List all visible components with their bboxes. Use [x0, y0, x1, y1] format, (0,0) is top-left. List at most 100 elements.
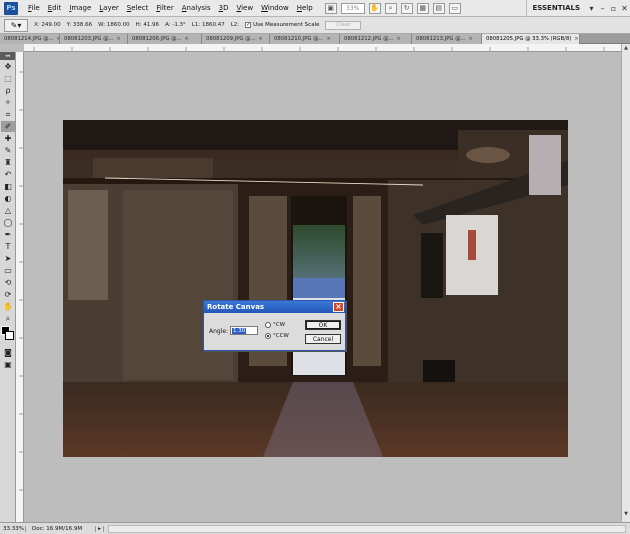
marquee-tool-icon[interactable]: ⬚	[1, 73, 15, 84]
chevron-down-icon[interactable]: ▾	[586, 3, 597, 14]
close-icon[interactable]: ✕	[619, 3, 630, 14]
menu-analysis[interactable]: Analysis	[178, 4, 215, 12]
status-zoom[interactable]: 33.33%	[0, 525, 26, 532]
move-tool-icon[interactable]: ✥	[1, 61, 15, 72]
gradient-tool-icon[interactable]: ◐	[1, 193, 15, 204]
close-icon[interactable]: ×	[397, 36, 401, 42]
ruler-tool-preset-icon[interactable]: ✎▾	[4, 18, 28, 32]
zoom-icon[interactable]: ⌕	[384, 2, 397, 14]
ruler-horizontal	[24, 44, 621, 52]
angle-input[interactable]: 1.30	[230, 326, 258, 335]
healing-brush-icon[interactable]: ✚	[1, 133, 15, 144]
option-h: H: 41.96	[135, 22, 160, 28]
clone-stamp-icon[interactable]: ♜	[1, 157, 15, 168]
toolbox-header[interactable]: ◂◂	[0, 52, 15, 60]
close-icon[interactable]: ×	[469, 36, 473, 42]
background-color-swatch[interactable]	[5, 331, 14, 340]
menu-file[interactable]: File	[24, 4, 44, 12]
3d-orbit-icon[interactable]: ⟳	[1, 289, 15, 300]
scroll-track[interactable]	[622, 52, 630, 510]
blur-tool-icon[interactable]: △	[1, 205, 15, 216]
screen-mode-icon[interactable]: ▣	[1, 359, 15, 370]
type-tool-icon[interactable]: T	[1, 241, 15, 252]
tab-document[interactable]: 08081203.JPG @... ×	[60, 34, 128, 44]
tab-document[interactable]: 08081214.JPG @...×	[0, 34, 60, 44]
close-icon[interactable]: ×	[574, 36, 578, 42]
dialog-title-bar[interactable]: Rotate Canvas ×	[204, 301, 345, 313]
tab-document[interactable]: 08081213.JPG @... ×	[412, 34, 482, 44]
magic-wand-tool-icon[interactable]: ✧	[1, 97, 15, 108]
radio-circle[interactable]	[265, 322, 271, 328]
close-icon[interactable]: ×	[117, 36, 121, 42]
cw-radio[interactable]: °CW	[265, 322, 285, 328]
maximize-icon[interactable]: ▫	[608, 3, 619, 14]
tab-label: 08081205.JPG @ 33.3% (RGB/8)	[486, 36, 572, 42]
option-x: X: 249.00	[34, 22, 61, 28]
shape-tool-icon[interactable]: ▭	[1, 265, 15, 276]
tab-document[interactable]: 08081209.JPG @... ×	[202, 34, 270, 44]
menu-3d[interactable]: 3D	[215, 4, 233, 12]
clear-button[interactable]: Clear	[325, 20, 362, 30]
checkbox-box[interactable]: ✓	[245, 22, 252, 28]
hand-tool-icon[interactable]: ✋	[1, 301, 15, 312]
status-doc-size[interactable]: Doc: 16.9M/16.9M	[26, 525, 96, 532]
dialog-title: Rotate Canvas	[207, 303, 265, 311]
menu-select[interactable]: Select	[123, 4, 153, 12]
quick-mask-icon[interactable]: ◙	[1, 347, 15, 358]
zoom-tool-icon[interactable]: ⌕	[1, 313, 15, 324]
tab-document[interactable]: 08081212.JPG @... ×	[340, 34, 412, 44]
eraser-tool-icon[interactable]: ◧	[1, 181, 15, 192]
pen-tool-icon[interactable]: ✒	[1, 229, 15, 240]
history-brush-icon[interactable]: ↶	[1, 169, 15, 180]
menu-image[interactable]: Image	[65, 4, 95, 12]
angle-value: 1.30	[232, 327, 247, 334]
scroll-up-icon[interactable]: ▲	[622, 44, 630, 52]
menu-edit[interactable]: Edit	[44, 4, 66, 12]
option-w: W: 1860.00	[98, 22, 130, 28]
tab-label: 08081213.JPG @...	[416, 36, 466, 42]
hand-icon[interactable]: ✋	[368, 2, 381, 14]
menu-view[interactable]: View	[232, 4, 257, 12]
screen-mode-icon[interactable]: ▣	[324, 2, 337, 14]
screen-mode-switch-icon[interactable]: ▭	[448, 2, 461, 14]
menu-filter[interactable]: Filter	[152, 4, 177, 12]
grid-icon[interactable]: ▦	[416, 2, 429, 14]
ccw-radio[interactable]: °CCW	[265, 333, 289, 339]
close-icon[interactable]: ×	[259, 36, 263, 42]
arrange-documents-icon[interactable]: ▤	[432, 2, 445, 14]
crop-tool-icon[interactable]: ⌗	[1, 109, 15, 120]
photoshop-window: Ps File Edit Image Layer Select Filter A…	[0, 0, 630, 534]
measurement-scale-checkbox[interactable]: ✓ Use Measurement Scale	[245, 22, 319, 28]
ok-button[interactable]: OK	[305, 320, 341, 330]
brush-tool-icon[interactable]: ✎	[1, 145, 15, 156]
document-photo[interactable]	[63, 120, 568, 457]
scroll-down-icon[interactable]: ▼	[622, 510, 630, 518]
3d-rotate-icon[interactable]: ⟲	[1, 277, 15, 288]
vertical-scrollbar[interactable]: ▲ ▼	[621, 44, 630, 522]
close-icon[interactable]: ×	[185, 36, 189, 42]
canvas-area[interactable]	[24, 52, 621, 522]
minimize-icon[interactable]: –	[597, 3, 608, 14]
ruler-tool-icon[interactable]: ✐	[1, 121, 15, 132]
menu-window[interactable]: Window	[257, 4, 293, 12]
rotate-view-icon[interactable]: ↻	[400, 2, 413, 14]
menu-layer[interactable]: Layer	[95, 4, 123, 12]
status-menu-icon[interactable]: ▸	[96, 525, 104, 532]
cancel-button[interactable]: Cancel	[305, 334, 341, 344]
close-icon[interactable]: ×	[327, 36, 331, 42]
tab-document[interactable]: 08081210.JPG @... ×	[270, 34, 340, 44]
dodge-tool-icon[interactable]: ◯	[1, 217, 15, 228]
menu-help[interactable]: Help	[293, 4, 317, 12]
lasso-tool-icon[interactable]: ρ	[1, 85, 15, 96]
tab-label: 08081206.JPG @...	[132, 36, 182, 42]
tab-document[interactable]: 08081206.JPG @... ×	[128, 34, 202, 44]
horizontal-scrollbar[interactable]	[108, 524, 626, 533]
workspace-switcher[interactable]: ESSENTIALS ▾ – ▫ ✕	[525, 0, 630, 17]
tab-document-active[interactable]: 08081205.JPG @ 33.3% (RGB/8) ×	[482, 34, 580, 44]
close-icon[interactable]: ×	[333, 302, 344, 312]
zoom-level-field[interactable]: 33%	[340, 2, 365, 14]
measurement-scale-label: Use Measurement Scale	[253, 22, 320, 28]
path-selection-icon[interactable]: ➤	[1, 253, 15, 264]
radio-circle-selected[interactable]	[265, 333, 271, 339]
option-a: A: -1.3°	[165, 22, 186, 28]
